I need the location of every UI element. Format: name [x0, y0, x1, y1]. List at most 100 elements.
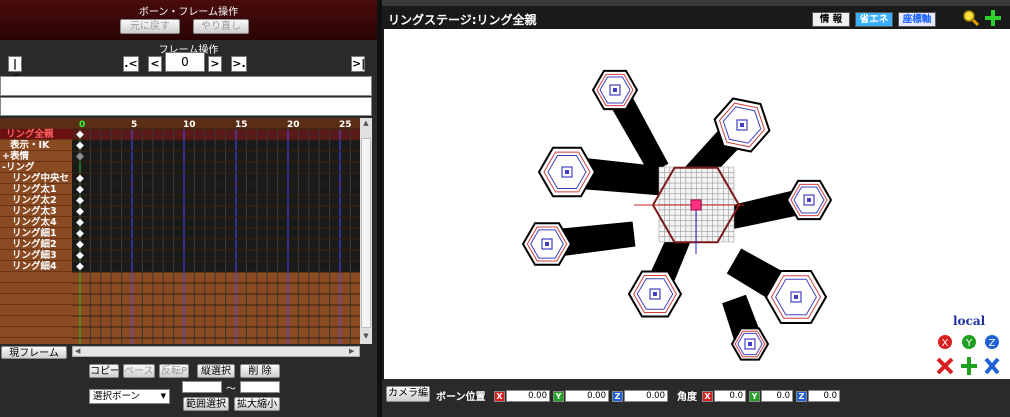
copy-button[interactable]: コピー: [89, 364, 119, 378]
3d-viewport[interactable]: local X Y Z: [384, 29, 1010, 379]
grid-row: [72, 140, 360, 151]
bone-row[interactable]: リング中央セ: [0, 173, 72, 184]
grid-row: [72, 239, 360, 250]
bone-row[interactable]: リング太3: [0, 206, 72, 217]
pos-x-field[interactable]: 0.00: [506, 390, 550, 402]
local-label: local: [953, 314, 986, 328]
panel-divider[interactable]: [377, 0, 382, 417]
prev-keyframe-button[interactable]: .<: [123, 56, 139, 72]
bone-row[interactable]: リング細3: [0, 250, 72, 261]
pos-x-label: X: [494, 391, 505, 402]
bone-row[interactable]: リング細4: [0, 261, 72, 272]
zoom-icon[interactable]: [962, 9, 980, 27]
range-start-input[interactable]: [182, 381, 222, 393]
move-y-icon[interactable]: [961, 357, 977, 375]
grid-row: [72, 250, 360, 261]
grid-row: [72, 228, 360, 239]
range-select-button[interactable]: 範囲選択: [183, 397, 229, 411]
grid-row: [72, 184, 360, 195]
next-frame-button[interactable]: >: [208, 56, 222, 72]
timeline-vertical-scrollbar[interactable]: ▲ ▼: [360, 118, 372, 344]
svg-text:Y: Y: [965, 338, 973, 349]
rotate-y-icon[interactable]: Y: [962, 335, 976, 349]
scale-button[interactable]: 拡大縮小: [234, 397, 280, 411]
flip-paste-button[interactable]: 反転P: [159, 364, 189, 378]
grid-row: [72, 261, 360, 272]
scroll-down-icon[interactable]: ▼: [361, 332, 371, 341]
bone-select-value: 選択ボーン: [93, 391, 141, 402]
rotate-move-widgets: X Y Z: [936, 335, 1000, 375]
bone-row-empty: [0, 305, 72, 316]
bone-row[interactable]: リング太2: [0, 195, 72, 206]
axis-toggle[interactable]: 座標軸: [898, 12, 936, 27]
grid-row: [72, 327, 360, 338]
frame-number-input[interactable]: 0: [165, 52, 205, 72]
scroll-left-icon[interactable]: ◀: [75, 347, 83, 356]
bone-row[interactable]: リング細2: [0, 239, 72, 250]
scroll-up-icon[interactable]: ▲: [361, 119, 371, 128]
range-end-input[interactable]: [240, 381, 280, 393]
bone-list-header: [0, 118, 72, 129]
rot-y-field[interactable]: 0.0: [761, 390, 793, 402]
svg-text:X: X: [942, 338, 949, 349]
rotate-x-icon[interactable]: X: [938, 335, 952, 349]
move-z-icon[interactable]: [984, 357, 1000, 375]
grid-row: [72, 305, 360, 316]
bone-select-dropdown[interactable]: 選択ボーン ▼: [89, 389, 170, 404]
prev-frame-button[interactable]: <: [148, 56, 162, 72]
next-keyframe-button[interactable]: >.: [231, 56, 247, 72]
bone-row[interactable]: 表示・IK: [0, 140, 72, 151]
bone-row[interactable]: リング全親: [0, 129, 72, 140]
model-select-box[interactable]: [0, 76, 372, 96]
grid-row: [72, 338, 360, 344]
range-tilde: ～: [226, 384, 236, 395]
bone-frame-title: ボーン・フレーム操作: [138, 7, 239, 18]
grid-row: [72, 316, 360, 327]
bone-row[interactable]: +表情: [0, 151, 72, 162]
bone-row-empty: [0, 283, 72, 294]
pos-y-field[interactable]: 0.00: [565, 390, 609, 402]
timeline: リング全親 表示・IK +表情 -リング リング中央セ リング太1 リング太2 リング太3 リン…: [0, 118, 372, 344]
camera-edit-button[interactable]: カメラ編: [386, 386, 430, 402]
delete-button[interactable]: 削 除: [240, 364, 280, 378]
bone-row-empty: [0, 327, 72, 338]
last-frame-button[interactable]: >|: [351, 56, 365, 72]
keyframe-grid[interactable]: 0 5 10 15 20 25: [72, 118, 360, 344]
scene-svg: [521, 69, 833, 361]
chevron-down-icon: ▼: [160, 392, 166, 400]
add-icon[interactable]: [984, 9, 1002, 27]
grid-row: [72, 217, 360, 228]
first-frame-button[interactable]: |<: [8, 56, 22, 83]
undo-button[interactable]: 元に戻す: [120, 19, 180, 34]
timeline-horizontal-scrollbar[interactable]: ◀ ▶: [72, 346, 360, 357]
vertical-scroll-thumb[interactable]: [361, 138, 371, 328]
rot-y-label: Y: [749, 391, 760, 402]
bone-row[interactable]: -リング: [0, 162, 72, 173]
viewport-title: リングステージ:リング全親: [388, 13, 537, 27]
svg-text:Z: Z: [989, 338, 996, 349]
grid-row: [72, 283, 360, 294]
bone-row-empty: [0, 338, 72, 344]
bone-row[interactable]: リング太1: [0, 184, 72, 195]
viewport-top-strip: [382, 0, 1010, 6]
scroll-right-icon[interactable]: ▶: [349, 347, 357, 356]
bone-row[interactable]: リング太4: [0, 217, 72, 228]
redo-button[interactable]: やり直し: [193, 19, 249, 34]
info-toggle[interactable]: 情 報: [812, 12, 850, 27]
vertical-select-button[interactable]: 縦選択: [197, 364, 235, 378]
grid-row: [72, 206, 360, 217]
bone-select-box[interactable]: [0, 97, 372, 116]
ruler: [72, 118, 360, 129]
rot-x-field[interactable]: 0.0: [714, 390, 746, 402]
move-x-icon[interactable]: [936, 357, 954, 375]
bone-row[interactable]: リング細1: [0, 228, 72, 239]
pos-z-label: Z: [612, 391, 623, 402]
rot-z-field[interactable]: 0.0: [808, 390, 840, 402]
rotate-z-icon[interactable]: Z: [985, 335, 999, 349]
current-frame-button[interactable]: 現フレーム: [1, 346, 67, 359]
angle-label: 角度: [677, 392, 697, 403]
eco-toggle[interactable]: 省エネ: [855, 12, 893, 27]
paste-button[interactable]: ペースト: [123, 364, 155, 378]
grid-row: [72, 151, 360, 162]
pos-z-field[interactable]: 0.00: [624, 390, 668, 402]
